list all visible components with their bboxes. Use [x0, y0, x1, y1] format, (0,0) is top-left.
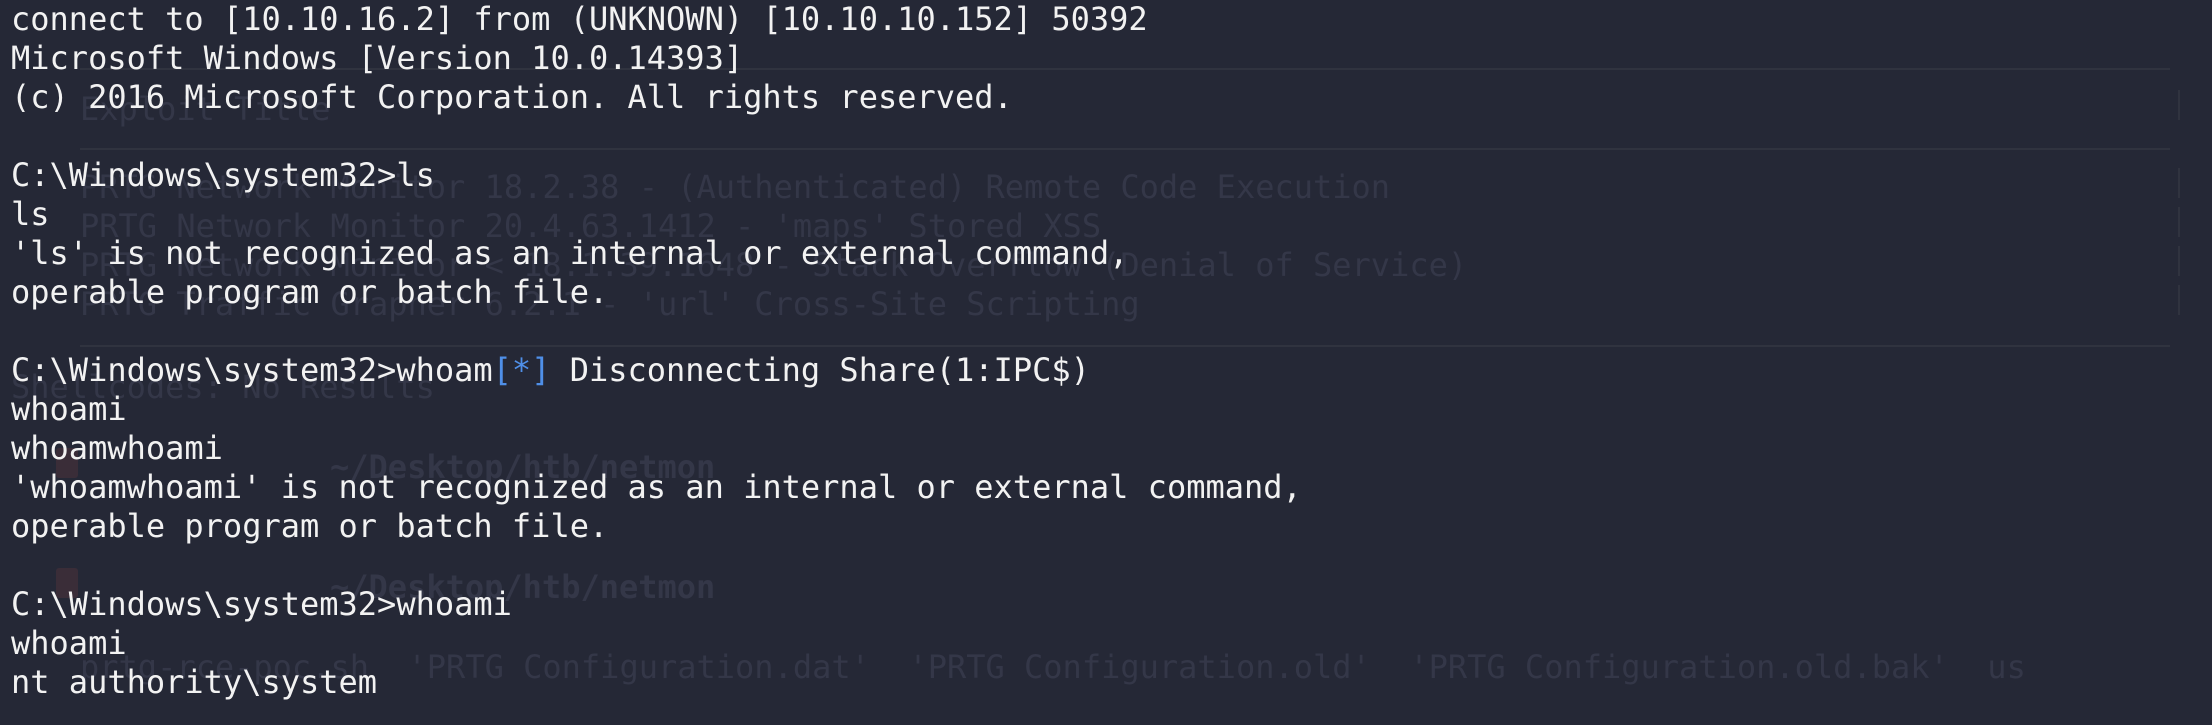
output-line: Microsoft Windows [Version 10.0.14393] — [11, 39, 744, 77]
command-prompt-line: C:\Windows\system32>whoami — [11, 585, 512, 623]
output-line: nt authority\system — [11, 663, 378, 701]
command-prompt-line: C:\Windows\system32>whoam[*] Disconnecti… — [11, 351, 1302, 390]
ghost-table-border — [2178, 207, 2180, 237]
output-line: whoami — [11, 624, 127, 662]
status-message: Disconnecting Share(1:IPC$) — [550, 351, 1090, 389]
ghost-table-border — [2178, 285, 2180, 315]
error-line: operable program or batch file. — [11, 507, 609, 545]
output-line: whoamwhoami — [11, 429, 223, 467]
ghost-table-border — [2178, 90, 2180, 120]
error-line: 'ls' is not recognized as an internal or… — [11, 234, 1129, 272]
terminal-window[interactable]: Exploit Title PRTG Network Monitor 18.2.… — [0, 0, 2212, 725]
output-line: (c) 2016 Microsoft Corporation. All righ… — [11, 78, 1013, 116]
output-line: whoami — [11, 390, 127, 428]
ghost-table-border — [2178, 246, 2180, 276]
terminal-output[interactable]: connect to [10.10.16.2] from (UNKNOWN) [… — [11, 0, 1302, 702]
error-line: operable program or batch file. — [11, 273, 609, 311]
error-line: 'whoamwhoami' is not recognized as an in… — [11, 468, 1302, 506]
prompt-text: C:\Windows\system32>whoam — [11, 351, 493, 389]
ghost-table-border — [2178, 168, 2180, 198]
output-line: connect to [10.10.16.2] from (UNKNOWN) [… — [11, 0, 1148, 38]
output-line: ls — [11, 195, 50, 233]
command-prompt-line: C:\Windows\system32>ls — [11, 156, 435, 194]
status-marker: [*] — [492, 351, 551, 389]
